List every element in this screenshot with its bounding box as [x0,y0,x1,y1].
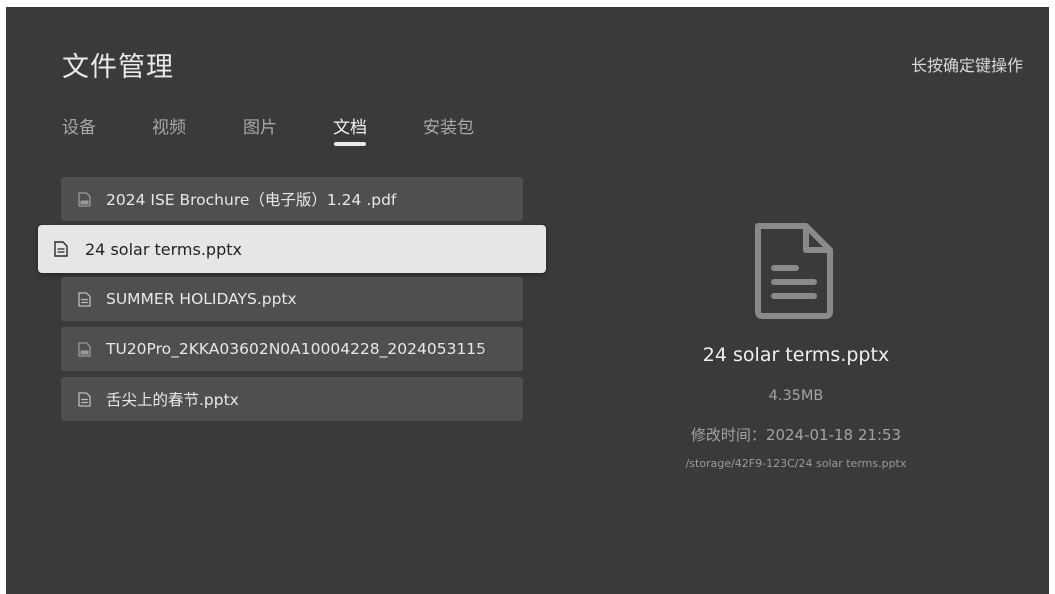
preview-modified-time: 修改时间：2024-01-18 21:53 [646,424,946,445]
file-name: 2024 ISE Brochure（电子版）1.24 .pdf [106,191,397,209]
file-name: SUMMER HOLIDAYS.pptx [106,290,297,308]
file-row[interactable]: TU20Pro_2KKA03602N0A10004228_2024053115 [61,327,523,371]
modified-label: 修改时间： [690,426,766,444]
pdf-file-icon [77,341,91,357]
document-icon [77,391,91,407]
file-name: 24 solar terms.pptx [85,239,242,259]
document-icon [752,222,836,320]
file-row[interactable]: SUMMER HOLIDAYS.pptx [61,277,523,321]
file-preview-panel: 24 solar terms.pptx 4.35MB 修改时间：2024-01-… [646,222,946,482]
preview-file-name: 24 solar terms.pptx [702,344,890,366]
pdf-file-icon [77,191,91,207]
file-row[interactable]: 舌尖上的春节.pptx [61,377,523,421]
file-name: 舌尖上的春节.pptx [106,391,239,409]
preview-file-path: /storage/42F9-123C/24 solar terms.pptx [685,457,907,470]
document-icon [77,291,91,307]
file-row[interactable]: 2024 ISE Brochure（电子版）1.24 .pdf [61,177,523,221]
file-row-selected[interactable]: 24 solar terms.pptx [38,225,546,273]
modified-value: 2024-01-18 21:53 [765,426,902,444]
preview-file-size: 4.35MB [768,388,824,404]
file-manager-screen: 文件管理 长按确定键操作 设备 视频 图片 文档 安装包 2024 ISE Br… [6,7,1049,594]
document-icon [54,241,68,257]
file-name: TU20Pro_2KKA03602N0A10004228_2024053115 [106,340,487,358]
